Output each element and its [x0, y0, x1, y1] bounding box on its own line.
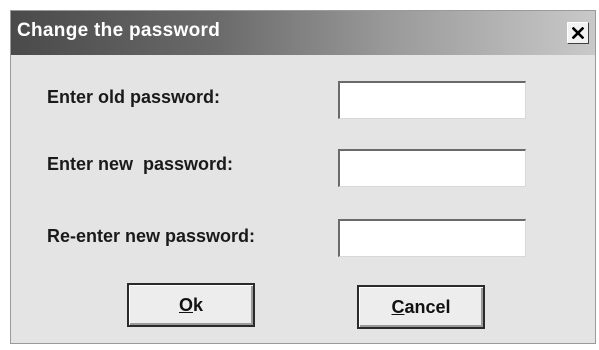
cancel-mnemonic: C — [391, 296, 405, 317]
confirm-password-label: Re-enter new password: — [47, 226, 256, 246]
confirm-password-input[interactable] — [338, 219, 526, 257]
close-icon — [572, 27, 584, 39]
ok-mnemonic: O — [178, 294, 193, 315]
title-bar[interactable]: Change the password — [11, 11, 595, 55]
new-password-label: Enter new password: — [47, 154, 234, 174]
close-button[interactable] — [567, 22, 589, 44]
old-password-label: Enter old password: — [47, 87, 221, 107]
cancel-label-rest: ancel — [404, 296, 451, 317]
old-password-input[interactable] — [338, 81, 526, 119]
cancel-button[interactable]: Cancel — [357, 285, 485, 329]
change-password-dialog: Change the password Enter old password: … — [10, 10, 596, 344]
new-password-input[interactable] — [338, 149, 526, 187]
ok-label-rest: k — [193, 294, 204, 315]
ok-button[interactable]: Ok — [127, 283, 255, 327]
window-title: Change the password — [17, 20, 221, 41]
